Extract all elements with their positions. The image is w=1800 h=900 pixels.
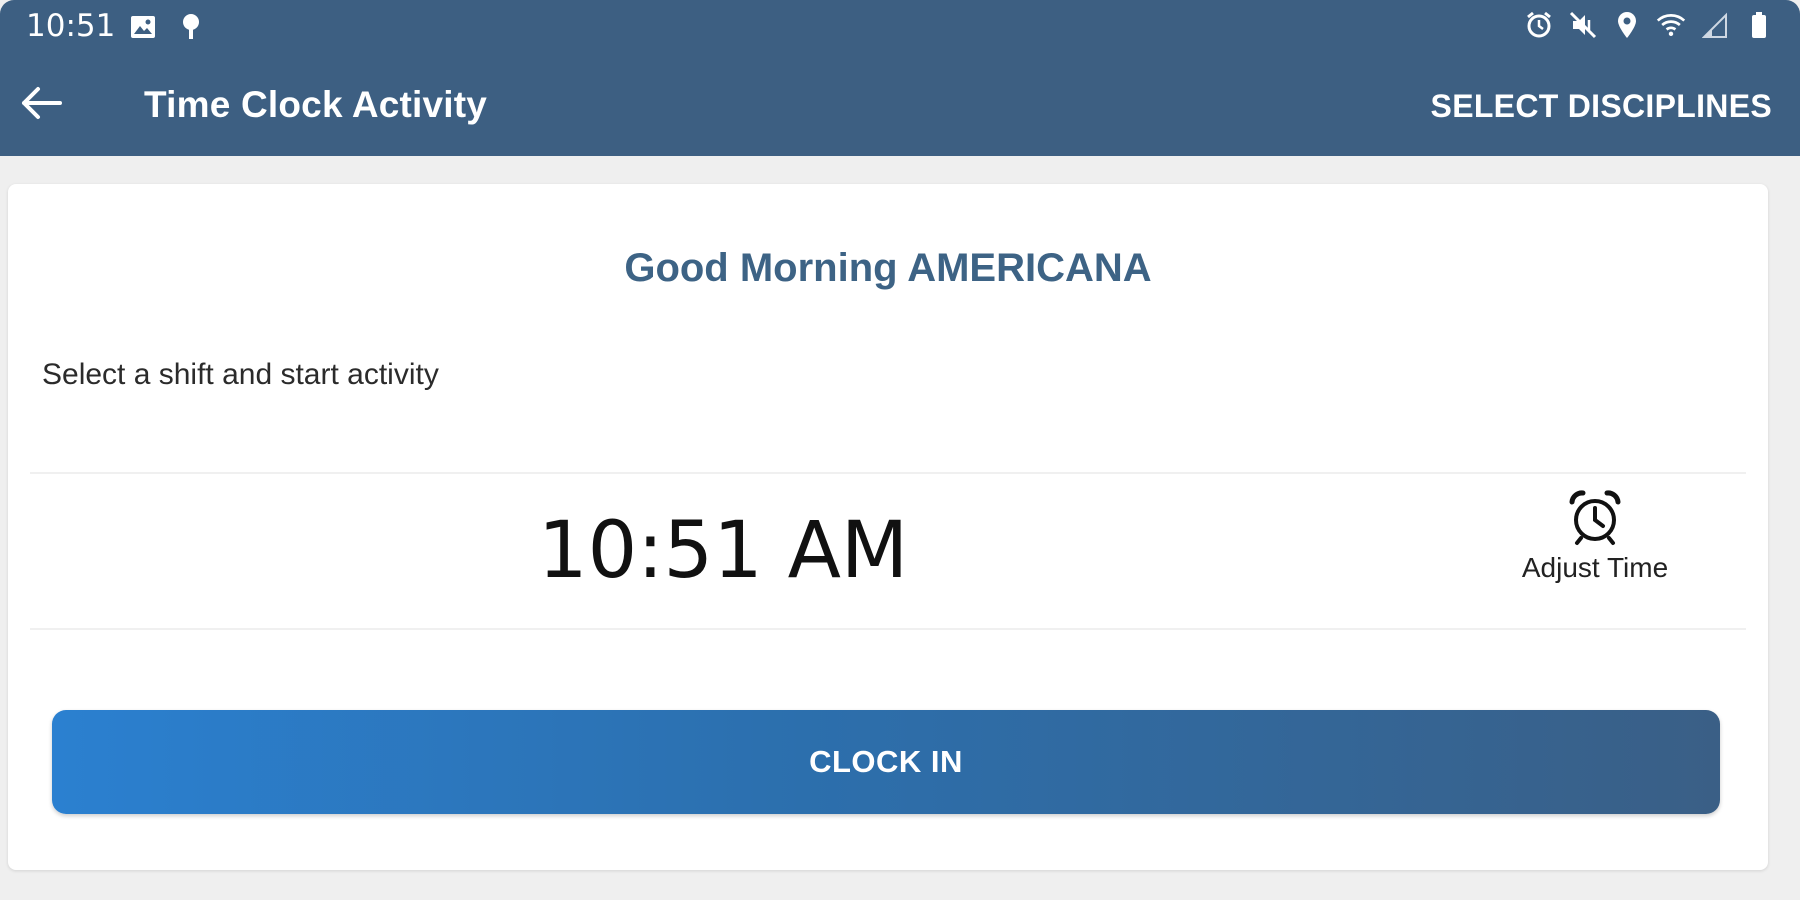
- alarm-icon: [1524, 10, 1554, 40]
- back-button[interactable]: [12, 76, 70, 134]
- alarm-clock-icon: [1566, 488, 1624, 546]
- wifi-icon: [1656, 10, 1686, 40]
- top-bar: 10:51 Time Clock Activity SELECT DISCIPL…: [0, 0, 1800, 156]
- adjust-time-button[interactable]: Adjust Time: [1500, 488, 1690, 598]
- instruction-text: Select a shift and start activity: [42, 358, 439, 391]
- greeting-heading: Good Morning AMERICANA: [624, 246, 1152, 290]
- adjust-time-label: Adjust Time: [1521, 552, 1669, 583]
- status-left-icons: [128, 12, 206, 42]
- mute-icon: [1568, 10, 1598, 40]
- status-time: 10:51: [26, 8, 116, 44]
- image-icon: [128, 12, 158, 42]
- location-pin-icon: [176, 12, 206, 42]
- location-icon: [1612, 10, 1642, 40]
- clock-in-button[interactable]: CLOCK IN: [52, 710, 1720, 814]
- status-bar: 10:51: [0, 0, 1800, 52]
- select-disciplines-button[interactable]: SELECT DISCIPLINES: [1431, 88, 1772, 125]
- page-title: Time Clock Activity: [144, 84, 488, 125]
- arrow-back-icon: [20, 85, 62, 126]
- current-time-display: 10:51 AM: [538, 506, 909, 596]
- app-bar: Time Clock Activity SELECT DISCIPLINES: [0, 60, 1800, 150]
- divider: [30, 628, 1746, 630]
- signal-icon: [1700, 10, 1730, 40]
- time-clock-card: Good Morning AMERICANA Select a shift an…: [8, 184, 1768, 870]
- battery-icon: [1744, 10, 1774, 40]
- status-right-icons: [1524, 10, 1774, 40]
- divider: [30, 472, 1746, 474]
